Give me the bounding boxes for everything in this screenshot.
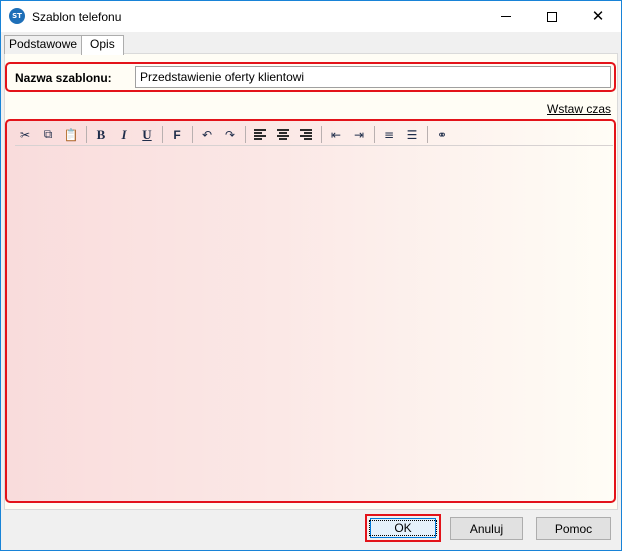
toolbar-separator xyxy=(162,126,163,143)
maximize-button[interactable] xyxy=(529,1,575,32)
outdent-icon[interactable]: ⇤ xyxy=(326,125,346,145)
app-logo-icon: ST xyxy=(9,8,25,24)
redo-icon[interactable]: ↷ xyxy=(220,125,240,145)
cancel-button[interactable]: Anuluj xyxy=(450,517,523,540)
tab-strip: Podstawowe Opis xyxy=(4,35,124,55)
underline-button[interactable]: U xyxy=(137,125,157,145)
ok-button-label: OK xyxy=(369,520,437,536)
toolbar-separator xyxy=(192,126,193,143)
align-left-icon[interactable] xyxy=(250,125,270,145)
numbered-list-icon[interactable]: ≡ xyxy=(379,125,399,145)
indent-icon[interactable]: ⇥ xyxy=(349,125,369,145)
maximize-icon xyxy=(547,11,557,22)
dialog-window: ST Szablon telefonu ✕ Podstawowe Opis Na… xyxy=(0,0,622,551)
link-icon[interactable]: ⚭ xyxy=(432,125,452,145)
editor-toolbar: ✂ ⧉ 📋 B I U F ↶ ↷ ⇤ ⇥ ≡ ☰ ⚭ xyxy=(15,124,613,146)
toolbar-separator xyxy=(86,126,87,143)
ok-highlight: OK xyxy=(365,514,441,542)
template-name-row: Nazwa szablonu: Przedstawienie oferty kl… xyxy=(5,62,616,92)
align-center-icon[interactable] xyxy=(273,125,293,145)
font-button[interactable]: F xyxy=(167,125,187,145)
paste-icon[interactable]: 📋 xyxy=(61,125,81,145)
toolbar-separator xyxy=(374,126,375,143)
align-right-icon[interactable] xyxy=(296,125,316,145)
minimize-icon xyxy=(501,16,511,17)
bold-button[interactable]: B xyxy=(91,125,111,145)
toolbar-separator xyxy=(427,126,428,143)
cut-icon[interactable]: ✂ xyxy=(15,125,35,145)
title-bar[interactable]: ST Szablon telefonu ✕ xyxy=(1,1,621,32)
copy-icon[interactable]: ⧉ xyxy=(38,125,58,145)
bulleted-list-icon[interactable]: ☰ xyxy=(402,125,422,145)
template-name-input[interactable]: Przedstawienie oferty klientowi xyxy=(135,66,611,88)
insert-time-link[interactable]: Wstaw czas xyxy=(547,102,611,116)
close-icon: ✕ xyxy=(591,7,605,25)
toolbar-separator xyxy=(321,126,322,143)
italic-button[interactable]: I xyxy=(114,125,134,145)
tab-podstawowe[interactable]: Podstawowe xyxy=(4,35,83,54)
ok-button[interactable]: OK xyxy=(369,518,437,538)
minimize-button[interactable] xyxy=(483,1,529,32)
undo-icon[interactable]: ↶ xyxy=(197,125,217,145)
close-button[interactable]: ✕ xyxy=(575,1,621,32)
template-name-label: Nazwa szablonu: xyxy=(15,71,112,85)
rich-text-editor[interactable]: ✂ ⧉ 📋 B I U F ↶ ↷ ⇤ ⇥ ≡ ☰ ⚭ xyxy=(5,119,616,503)
help-button[interactable]: Pomoc xyxy=(536,517,611,540)
toolbar-separator xyxy=(245,126,246,143)
window-title: Szablon telefonu xyxy=(32,10,122,24)
tab-opis[interactable]: Opis xyxy=(81,35,124,55)
